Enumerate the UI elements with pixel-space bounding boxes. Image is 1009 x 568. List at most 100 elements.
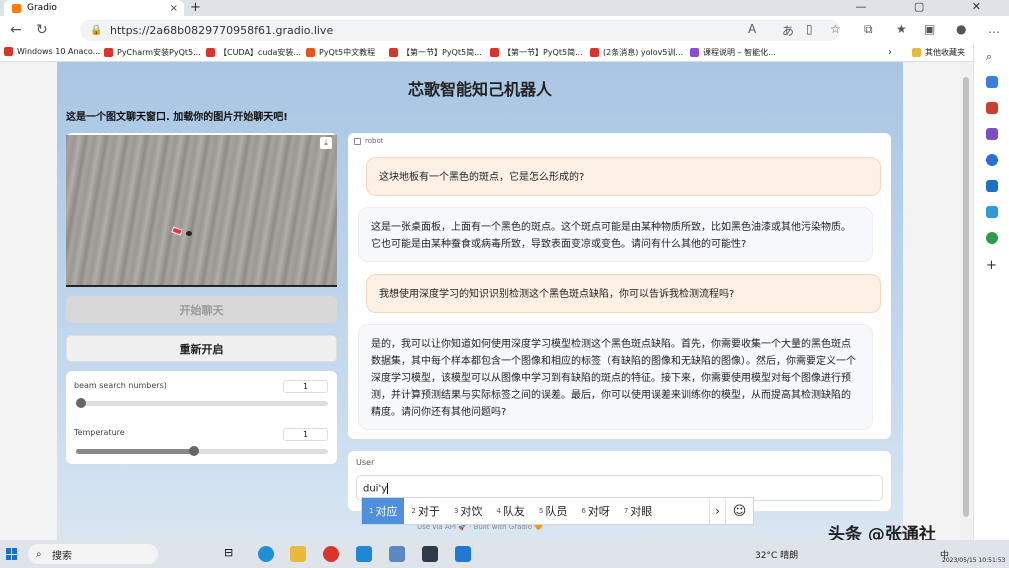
ime-candidate[interactable]: 1 对应 <box>362 498 405 524</box>
ime-candidate-number: 2 <box>411 507 416 515</box>
text-caret <box>387 483 389 494</box>
folder-icon <box>912 48 921 57</box>
ime-candidate-text: 队员 <box>545 505 568 518</box>
search-icon[interactable]: ⌕ <box>986 50 998 63</box>
app-icon[interactable] <box>389 546 405 562</box>
url-text: https://2a68b0829770958f61.gradio.live <box>110 23 334 37</box>
start-chat-button[interactable]: 开始聊天 <box>66 296 337 323</box>
bookmark-favicon-icon <box>104 48 113 57</box>
back-arrow-icon[interactable]: ← <box>10 22 22 38</box>
bookmark-item[interactable]: 【CUDA】cuda安装... <box>206 47 301 58</box>
bookmark-item[interactable]: 【第一节】PyQt5简... <box>490 47 583 58</box>
bookmark-item[interactable]: PyQt5中文教程 <box>306 47 375 58</box>
ime-candidate-number: 3 <box>453 507 459 515</box>
bookmark-label: PyCharm安装PyQt5... <box>117 48 201 57</box>
translate-icon[interactable]: あ <box>782 22 794 39</box>
beam-slider[interactable] <box>76 398 328 408</box>
uploaded-image[interactable] <box>66 135 337 285</box>
split-icon[interactable]: ▯ <box>806 22 813 36</box>
weather-widget[interactable]: 32°C 晴朗 <box>755 548 798 561</box>
outlook-icon[interactable] <box>986 180 998 192</box>
temperature-label: Temperature <box>74 428 125 437</box>
restart-button[interactable]: 重新开启 <box>66 335 337 362</box>
tab-gradio[interactable]: Gradio × <box>4 0 184 16</box>
chatbot-panel: robot 这块地板有一个黑色的斑点，它是怎么形成的? 这是一张桌面板，上面有一… <box>348 133 891 439</box>
chat-icon <box>354 137 361 145</box>
chrome-icon[interactable] <box>323 546 339 562</box>
bookmark-item[interactable]: Windows 10 Anaco... <box>4 47 100 56</box>
extensions-icon[interactable]: ⧉ <box>864 22 873 37</box>
image-border <box>66 285 337 287</box>
bookmark-label: 课程说明 – 智能化... <box>703 48 776 57</box>
ime-candidate[interactable]: 6 对呀 <box>574 498 616 524</box>
page-scrollbar[interactable] <box>960 62 972 540</box>
taskbar-search[interactable]: ⌕ 搜索 <box>28 544 158 564</box>
task-view-icon[interactable]: ⊟ <box>224 546 240 562</box>
app-icon[interactable] <box>455 546 471 562</box>
tag-icon[interactable] <box>986 76 998 88</box>
page-title: 芯歌智能知己机器人 <box>407 80 552 99</box>
ime-candidate[interactable]: 3 对饮 <box>447 498 489 524</box>
bookmark-item[interactable]: PyCharm安装PyQt5... <box>104 47 201 58</box>
bookmark-item[interactable]: 课程说明 – 智能化... <box>690 47 776 58</box>
bookmark-item[interactable]: (2条消息) yolov5训... <box>590 47 683 58</box>
office-icon[interactable] <box>986 154 998 166</box>
menu-icon[interactable]: … <box>988 22 1000 36</box>
drop-icon[interactable] <box>986 206 998 218</box>
ime-candidate-text: 对饮 <box>460 505 483 518</box>
file-explorer-icon[interactable] <box>290 546 306 562</box>
temperature-number-input[interactable]: 1 <box>283 428 328 441</box>
games-icon[interactable] <box>986 128 998 140</box>
tab-bar: Gradio × + — ▢ ✕ <box>0 0 1009 16</box>
tab-close-icon[interactable]: × <box>170 3 178 14</box>
bookmarks-bar: Windows 10 Anaco... PyCharm安装PyQt5... 【C… <box>0 44 1009 62</box>
app-icon[interactable] <box>422 546 438 562</box>
temperature-slider-fill <box>76 449 194 454</box>
download-icon[interactable]: ⤓ <box>320 137 332 149</box>
gradio-favicon-icon <box>12 3 21 13</box>
reader-icon[interactable]: A <box>748 22 756 36</box>
temperature-slider[interactable] <box>76 446 328 456</box>
lock-icon: 🔒 <box>90 24 103 36</box>
toolbox-icon[interactable] <box>986 102 998 114</box>
bookmark-label: 【第一节】PyQt5简... <box>402 48 482 57</box>
ime-candidate[interactable]: 2 对于 <box>404 498 446 524</box>
tab-title: Gradio <box>27 3 57 13</box>
ime-candidate-text: 对呀 <box>587 505 610 518</box>
ime-candidate[interactable]: 4 队友 <box>489 498 531 524</box>
url-field[interactable]: 🔒 https://2a68b0829770958f61.gradio.live <box>80 19 840 41</box>
bookmarks-folder[interactable]: 其他收藏夹 <box>912 47 965 58</box>
bookmark-item[interactable]: 【第一节】PyQt5简... <box>389 47 482 58</box>
page-subtitle: 这是一个图文聊天窗口. 加载你的图片开始聊天吧! <box>66 112 288 123</box>
temperature-slider-handle[interactable] <box>189 446 199 456</box>
scrollbar-thumb[interactable] <box>963 77 969 517</box>
bookmarks-overflow-icon[interactable]: › <box>888 47 892 58</box>
refresh-icon[interactable]: ↻ <box>36 22 48 38</box>
favorite-icon[interactable]: ☆ <box>830 22 841 36</box>
favorites-bar-icon[interactable]: ★ <box>896 22 907 36</box>
ime-next-page-icon[interactable]: › <box>709 498 725 524</box>
user-label: User <box>356 458 375 467</box>
ime-candidate[interactable]: 7 对眼 <box>617 498 659 524</box>
tree-icon[interactable] <box>986 232 998 244</box>
profile-icon[interactable]: ● <box>956 22 966 36</box>
ime-candidate-number: 7 <box>623 507 629 515</box>
ime-candidate-number: 1 <box>369 507 374 515</box>
beam-slider-handle[interactable] <box>76 398 86 408</box>
new-tab-icon[interactable]: + <box>190 0 201 15</box>
ime-emoji-icon[interactable]: ☺ <box>725 498 753 524</box>
windows-start-icon[interactable] <box>6 548 18 560</box>
edge-icon[interactable] <box>258 546 274 562</box>
ime-candidate-window: 1 对应 2 对于 3 对饮 4 队友 5 队员 6 对呀 7 对眼 › ☺ <box>361 497 754 525</box>
ime-candidate-text: 对于 <box>417 505 440 518</box>
collections-icon[interactable]: ▣ <box>924 22 935 36</box>
beam-number-input[interactable]: 1 <box>283 380 328 393</box>
window-controls[interactable]: — ▢ ✕ <box>855 0 1003 13</box>
add-icon[interactable]: + <box>986 258 998 273</box>
bookmark-favicon-icon <box>206 48 215 57</box>
ime-candidate[interactable]: 5 队员 <box>532 498 574 524</box>
clock[interactable]: 2023/05/15 10:51:53 <box>942 557 1005 564</box>
ime-candidate-number: 5 <box>538 507 544 515</box>
app-icon[interactable] <box>356 546 372 562</box>
ime-candidate-text: 对眼 <box>630 505 653 518</box>
